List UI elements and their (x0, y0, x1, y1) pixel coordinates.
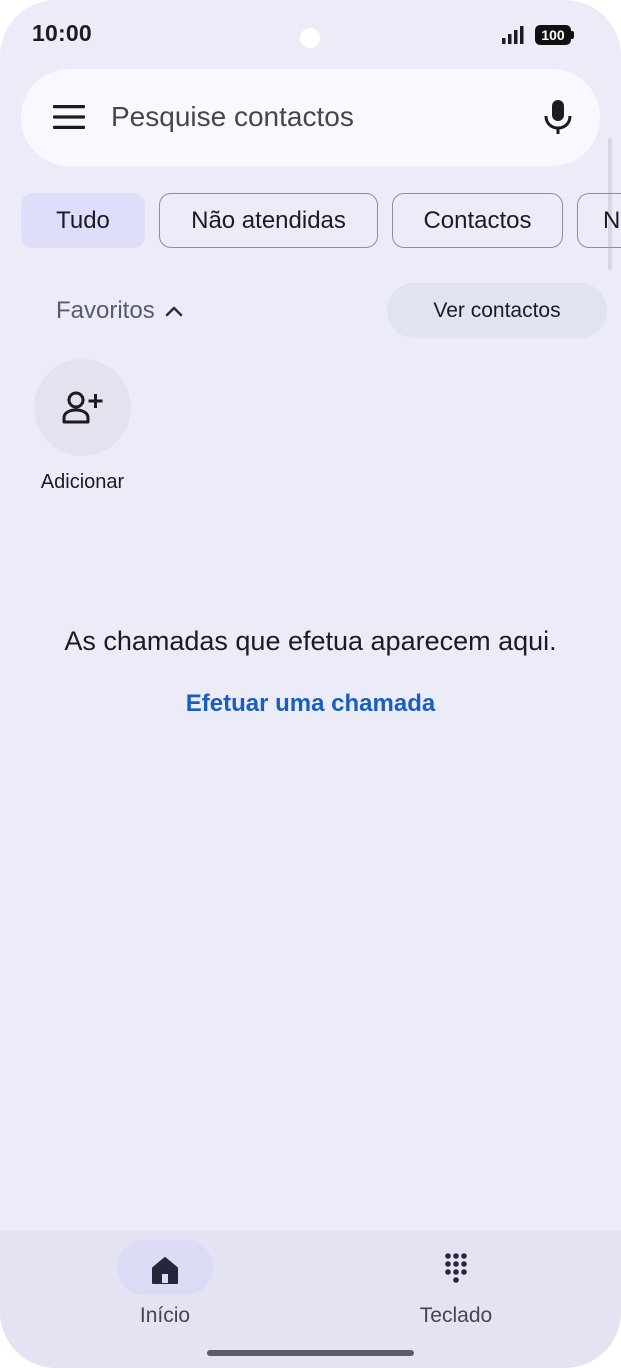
status-time: 10:00 (32, 20, 92, 46)
menu-icon[interactable] (53, 105, 85, 129)
search-bar[interactable]: Pesquise contactos (21, 69, 600, 166)
add-person-icon (62, 391, 103, 424)
search-input[interactable]: Pesquise contactos (111, 101, 354, 133)
mic-icon[interactable] (543, 99, 573, 135)
nav-item-home[interactable]: Início (85, 1240, 245, 1340)
empty-state-message: As chamadas que efetua aparecem aqui. (64, 626, 557, 656)
bottom-navigation: Início Teclado (0, 1230, 621, 1368)
view-contacts-button[interactable]: Ver contactos (387, 283, 607, 338)
make-call-link[interactable]: Efetuar uma chamada (0, 690, 621, 718)
chip-missed[interactable]: Não atendidas (159, 193, 378, 248)
chevron-up-icon (165, 306, 183, 317)
battery-icon: 100 (535, 25, 575, 45)
chip-next-partial[interactable]: N (577, 193, 621, 248)
nav-label-dialpad: Teclado (419, 1304, 493, 1327)
signal-icon (502, 26, 524, 44)
add-favorite-button[interactable] (34, 359, 131, 456)
chip-all[interactable]: Tudo (21, 193, 145, 248)
nav-label-home: Início (139, 1304, 191, 1327)
add-favorite[interactable]: Adicionar (34, 359, 131, 493)
home-icon (152, 1257, 178, 1284)
dialpad-icon (445, 1253, 467, 1283)
nav-item-dialpad[interactable]: Teclado (376, 1240, 536, 1340)
camera-cutout (300, 28, 320, 48)
battery-level: 100 (535, 25, 571, 45)
favorites-toggle[interactable]: Favoritos (56, 296, 183, 326)
chip-contacts[interactable]: Contactos (392, 193, 563, 248)
favorites-title: Favoritos (56, 297, 155, 324)
gesture-home-indicator[interactable] (207, 1350, 414, 1356)
filter-chips: Tudo Não atendidas Contactos N (0, 193, 621, 250)
add-favorite-label: Adicionar (40, 471, 125, 493)
phone-screen: 10:00 100 Pesquise contactos Tudo Não at… (0, 0, 621, 1368)
status-bar: 10:00 100 (0, 0, 621, 68)
